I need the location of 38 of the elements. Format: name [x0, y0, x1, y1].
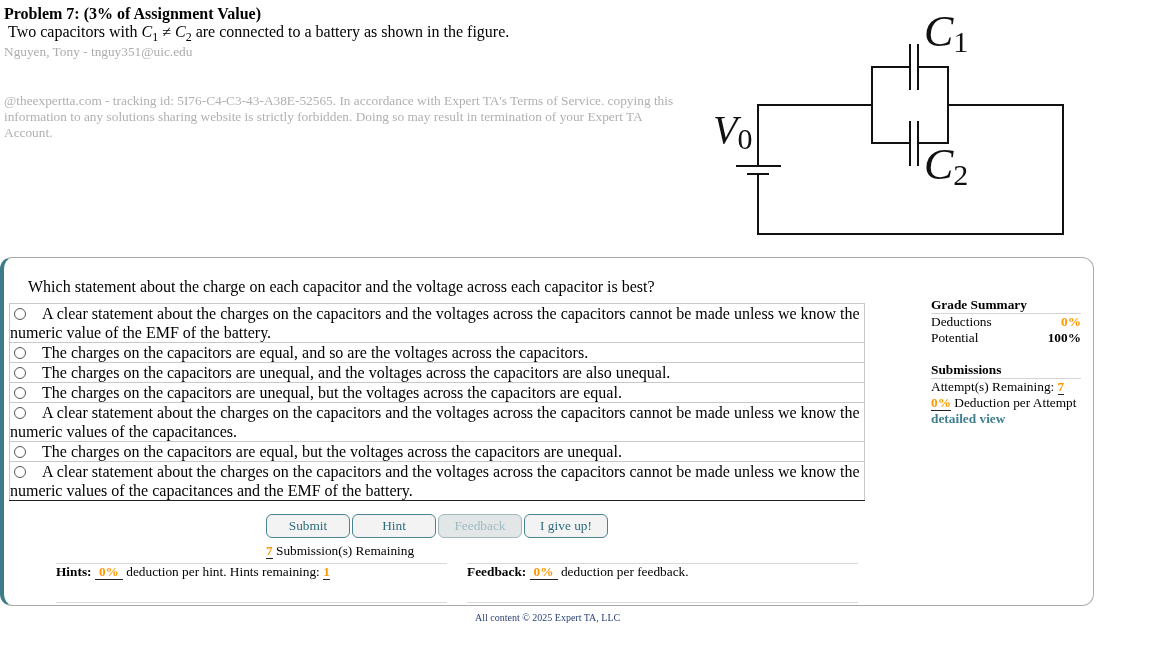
action-button[interactable]: Hint: [352, 514, 436, 538]
hints-info: Hints: 0% deduction per hint. Hints remaining: 1: [56, 564, 330, 580]
grade-value: 100%: [1047, 330, 1081, 346]
capacitor-label: C$_{1}$: [924, 10, 969, 54]
answer-option[interactable]: The charges on the capacitors are unequal, but the voltages across the capacitors are equal.: [9, 382, 865, 402]
action-button[interactable]: Submit: [266, 514, 350, 538]
answer-option[interactable]: The charges on the capacitors are unequal, and the voltages across the capacitors are also unequal.: [9, 362, 865, 382]
radio-button[interactable]: [14, 367, 26, 379]
student-info: Nguyen, Tony - tnguy351@uic.edu: [4, 44, 194, 59]
detailed-view-link[interactable]: detailed view: [931, 411, 1006, 426]
radio-button[interactable]: [14, 407, 26, 419]
problem-title: Problem 7: (3% of Assignment Value): [4, 4, 263, 23]
radio-button[interactable]: [14, 387, 26, 399]
grade-value: 0%: [1061, 314, 1081, 330]
problem-statement: Two capacitors with C$_{1}$ ≠ C$_{2}$ are connected to a battery as shown in the figure.: [8, 23, 511, 41]
voltage-label: V$_{0}$: [713, 110, 753, 150]
submissions-heading: Submissions: [931, 362, 1081, 379]
radio-button[interactable]: [14, 308, 26, 320]
deduction-per-attempt: 0% Deduction per Attempt: [931, 395, 1078, 411]
grade-summary-heading: Grade Summary: [931, 297, 1081, 314]
tracking-notice: @theexpertta.com - tracking id: 5I76-C4-C3-43-A38E-52565. In accordance with Expert TA's Terms of Service. copying this information to any solutions sharing website is strictly forbidden. Doing so may result in termination of your Expert TA Account.: [4, 93, 675, 141]
answer-option[interactable]: A clear statement about the charges on the capacitors and the voltages across the capacitors cannot be made unless we know the numeric value of the EMF of the battery.: [9, 303, 865, 342]
radio-button[interactable]: [14, 446, 26, 458]
answer-option[interactable]: The charges on the capacitors are equal, but the voltages across the capacitors are unequal.: [9, 441, 865, 461]
submissions-remaining: 7 Submission(s) Remaining: [266, 543, 416, 558]
answer-option[interactable]: The charges on the capacitors are equal, and so are the voltages across the capacitors.: [9, 342, 865, 362]
attempts-remaining: Attempt(s) Remaining: 7: [931, 379, 1066, 395]
answer-option[interactable]: A clear statement about the charges on the capacitors and the voltages across the capacitors cannot be made unless we know the numeric values of the capacitances and the EMF of the battery.: [9, 461, 865, 500]
radio-button[interactable]: [14, 466, 26, 478]
radio-button[interactable]: [14, 347, 26, 359]
action-button[interactable]: I give up!: [524, 514, 608, 538]
grade-label: Potential: [931, 330, 979, 346]
answer-option[interactable]: A clear statement about the charges on the capacitors and the voltages across the capacitors cannot be made unless we know the numeric values of the capacitances.: [9, 402, 865, 441]
grade-label: Deductions: [931, 314, 992, 330]
feedback-info: Feedback: 0% deduction per feedback.: [467, 564, 689, 580]
question-prompt: Which statement about the charge on each capacitor and the voltage across each capacitor is best?: [28, 278, 656, 296]
capacitor-label: C$_{2}$: [924, 143, 969, 187]
copyright-footer: All content © 2025 Expert TA, LLC: [475, 612, 1175, 624]
